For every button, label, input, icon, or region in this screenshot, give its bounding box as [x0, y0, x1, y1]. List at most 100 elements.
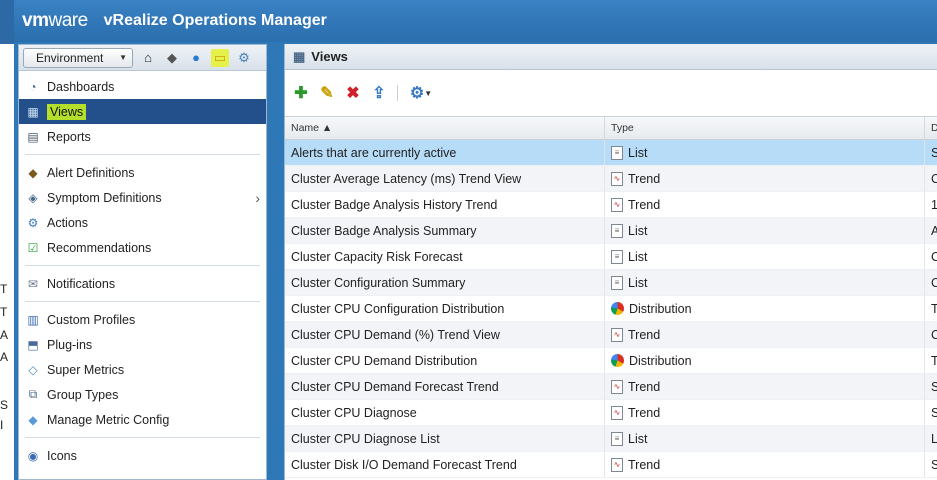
sidebar-item-notifications[interactable]: ✉ Notifications — [19, 271, 266, 296]
add-icon[interactable]: ✚ — [291, 83, 311, 103]
sidebar-item-reports[interactable]: ▤ Reports — [19, 124, 266, 149]
view-description-cell: L — [925, 426, 937, 451]
page-title: Views — [311, 49, 348, 64]
chevron-right-icon[interactable]: › — [255, 190, 260, 206]
distribution-pie-icon — [611, 354, 624, 367]
column-header-description[interactable]: D — [925, 117, 937, 139]
background-page-header — [0, 0, 14, 44]
view-name-cell: Cluster CPU Configuration Distribution — [285, 296, 605, 321]
view-name-cell: Cluster CPU Diagnose List — [285, 426, 605, 451]
sidebar-item-super-metrics[interactable]: ◇ Super Metrics — [19, 357, 266, 382]
view-description-cell: C — [925, 244, 937, 269]
view-type-cell: Distribution — [605, 296, 925, 321]
environment-dropdown[interactable]: Environment ▼ — [23, 47, 133, 68]
notifications-icon: ✉ — [27, 276, 39, 291]
environment-globe-icon[interactable]: ● — [187, 49, 205, 67]
alert-definitions-icon: ◆ — [28, 165, 38, 180]
table-row[interactable]: Cluster CPU Demand (%) Trend View ∿ Trend C — [285, 322, 937, 348]
view-description-cell: 1 — [925, 192, 937, 217]
view-type-label: List — [628, 275, 648, 290]
settings-gear-icon[interactable]: ⚙ ▼ — [406, 83, 436, 103]
sidebar-item-alert-definitions[interactable]: ◆ Alert Definitions — [19, 160, 266, 185]
column-header-name[interactable]: Name ▲ — [285, 117, 605, 139]
table-row[interactable]: Cluster Disk I/O Demand Forecast Trend ∿ T… — [285, 452, 937, 478]
table-row[interactable]: Cluster CPU Diagnose List ≡ List L — [285, 426, 937, 452]
view-type-cell: ∿ Trend — [605, 166, 925, 191]
sidebar-item-label: Icons — [47, 448, 77, 463]
view-name-cell: Cluster CPU Demand Forecast Trend — [285, 374, 605, 399]
view-description-cell: S — [925, 400, 937, 425]
trend-chart-icon: ∿ — [611, 457, 623, 472]
view-type-label: Trend — [628, 405, 661, 420]
view-description-cell: T — [925, 296, 937, 321]
view-type-label: Trend — [628, 379, 661, 394]
sidebar-item-icons[interactable]: ◉ Icons — [19, 443, 266, 468]
view-type-label: List — [628, 249, 648, 264]
content-icon[interactable]: ▭ — [211, 48, 229, 67]
view-type-cell: ≡ List — [605, 426, 925, 451]
view-type-cell: ∿ Trend — [605, 452, 925, 477]
view-type-label: List — [628, 145, 648, 160]
table-row[interactable]: Cluster Badge Analysis History Trend ∿ Tre… — [285, 192, 937, 218]
sidebar-item-symptom-definitions[interactable]: ◈ Symptom Definitions › — [19, 185, 266, 210]
sidebar-item-label: Super Metrics — [47, 362, 125, 377]
view-type-cell: ∿ Trend — [605, 400, 925, 425]
dashboard-icon: ◔ — [29, 79, 37, 94]
administration-icon[interactable]: ⚙ — [235, 49, 253, 67]
environment-label: Environment — [36, 50, 104, 65]
view-description-cell: C — [925, 322, 937, 347]
table-row[interactable]: Cluster Capacity Risk Forecast ≡ List C — [285, 244, 937, 270]
background-char: I — [0, 418, 4, 432]
trend-chart-icon: ∿ — [611, 379, 623, 394]
sidebar-item-label: Group Types — [47, 387, 119, 402]
sidebar-item-custom-profiles[interactable]: ▥ Custom Profiles — [19, 307, 266, 332]
sidebar-item-dashboards[interactable]: ◔ Dashboards — [19, 74, 266, 99]
view-name-cell: Cluster CPU Diagnose — [285, 400, 605, 425]
view-type-label: Trend — [628, 197, 661, 212]
home-icon[interactable]: ⌂ — [139, 49, 157, 67]
sidebar-item-recommendations[interactable]: ☑ Recommendations — [19, 235, 266, 260]
sidebar-item-manage-metric-config[interactable]: ◆ Manage Metric Config — [19, 407, 266, 432]
sidebar-item-plugins[interactable]: ⬒ Plug-ins — [19, 332, 266, 357]
sidebar-item-label: Alert Definitions — [47, 165, 135, 180]
plugins-icon: ⬒ — [27, 337, 39, 352]
table-row[interactable]: Cluster CPU Demand Forecast Trend ∿ Trend S — [285, 374, 937, 400]
view-type-cell: ≡ List — [605, 218, 925, 243]
views-icon: ▦ — [27, 104, 39, 119]
sidebar-item-label: Symptom Definitions — [47, 190, 162, 205]
table-row[interactable]: Cluster CPU Demand Distribution Distribut… — [285, 348, 937, 374]
clone-icon[interactable]: ⇪ — [369, 83, 389, 103]
sidebar: Environment ▼ ⌂ ◆ ● ▭ ⚙ ◔ Dashboards ▦ V… — [18, 44, 267, 480]
view-name-cell: Cluster Capacity Risk Forecast — [285, 244, 605, 269]
sidebar-item-views[interactable]: ▦ Views — [19, 99, 266, 124]
sidebar-item-actions[interactable]: ⚙ Actions — [19, 210, 266, 235]
views-table: Name ▲ Type D Alerts that are currently … — [285, 116, 937, 478]
trend-chart-icon: ∿ — [611, 327, 623, 342]
alerts-icon[interactable]: ◆ — [163, 49, 181, 67]
view-type-label: Distribution — [629, 353, 692, 368]
edit-icon[interactable]: ✎ — [317, 83, 337, 103]
table-row[interactable]: Cluster CPU Configuration Distribution Di… — [285, 296, 937, 322]
reports-icon: ▤ — [27, 129, 39, 144]
delete-icon[interactable]: ✖ — [343, 83, 363, 103]
toolbar-divider — [397, 85, 398, 101]
group-types-icon: ⧉ — [28, 387, 38, 401]
table-row[interactable]: Cluster Badge Analysis Summary ≡ List A — [285, 218, 937, 244]
table-row[interactable]: Cluster Configuration Summary ≡ List C — [285, 270, 937, 296]
nav-divider — [25, 437, 260, 438]
sidebar-item-group-types[interactable]: ⧉ Group Types — [19, 382, 266, 407]
sidebar-item-label: Notifications — [47, 276, 116, 291]
table-row[interactable]: Cluster CPU Diagnose ∿ Trend S — [285, 400, 937, 426]
view-description-cell: C — [925, 270, 937, 295]
metric-config-icon: ◆ — [28, 412, 38, 427]
view-description-cell: C — [925, 166, 937, 191]
recommendations-icon: ☑ — [27, 240, 39, 255]
actions-icon: ⚙ — [27, 215, 39, 230]
distribution-pie-icon — [611, 302, 624, 315]
sidebar-item-label: Views — [47, 103, 87, 120]
column-header-type[interactable]: Type — [605, 117, 925, 139]
list-doc-icon: ≡ — [611, 275, 623, 290]
table-row[interactable]: Cluster Average Latency (ms) Trend View ∿… — [285, 166, 937, 192]
table-row[interactable]: Alerts that are currently active ≡ List S — [285, 140, 937, 166]
view-type-label: Distribution — [629, 301, 692, 316]
